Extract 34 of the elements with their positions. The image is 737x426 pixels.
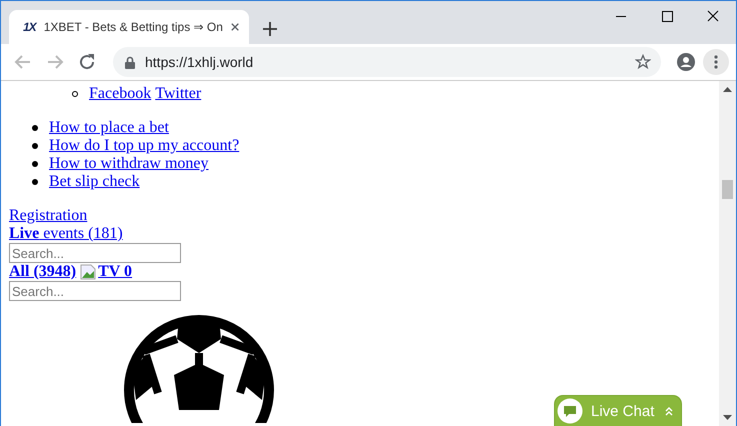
lock-icon — [125, 56, 135, 68]
star-icon[interactable] — [635, 54, 651, 70]
tv-link[interactable]: TV 0 — [80, 263, 132, 281]
help-link[interactable]: How do I top up my account? — [49, 137, 240, 155]
chat-bubble-icon — [557, 398, 583, 424]
new-tab-icon[interactable] — [263, 22, 277, 36]
help-link[interactable]: How to place a bet — [49, 119, 169, 137]
close-icon[interactable] — [230, 22, 239, 32]
tab-title: 1XBET - Bets & Betting tips ⇒ On — [44, 20, 223, 34]
social-link[interactable]: Twitter — [155, 85, 202, 103]
browser-tab[interactable]: 1X 1XBET - Bets & Betting tips ⇒ On — [9, 10, 249, 44]
search-field[interactable]: Search... — [9, 281, 181, 301]
scroll-down-icon[interactable] — [723, 415, 732, 421]
help-link[interactable]: Bet slip check — [49, 173, 140, 191]
menu-icon[interactable] — [703, 49, 729, 75]
bullet-icon — [72, 91, 78, 97]
broken-image-icon — [80, 264, 96, 280]
scroll-up-icon[interactable] — [723, 86, 732, 92]
bullet-icon — [32, 179, 38, 185]
bullet-icon — [32, 143, 38, 149]
account-icon[interactable] — [677, 53, 695, 71]
site-logo: 1X — [23, 20, 36, 34]
social-link[interactable]: Facebook — [89, 85, 152, 103]
all-events-link[interactable]: All (3948) — [9, 263, 76, 281]
help-link[interactable]: How to withdraw money — [49, 155, 209, 173]
live-events-link[interactable]: Live events (181) — [9, 225, 123, 243]
scrollbar-thumb[interactable] — [722, 180, 733, 199]
bullet-icon — [32, 161, 38, 167]
registration-link[interactable]: Registration — [9, 207, 88, 225]
url-text: https://1xhlj.world — [145, 54, 254, 70]
search-field[interactable]: Search... — [9, 243, 181, 263]
bullet-icon — [32, 125, 38, 131]
double-chevron-up-icon — [665, 406, 673, 416]
address-bar[interactable]: https://1xhlj.world — [113, 47, 661, 77]
